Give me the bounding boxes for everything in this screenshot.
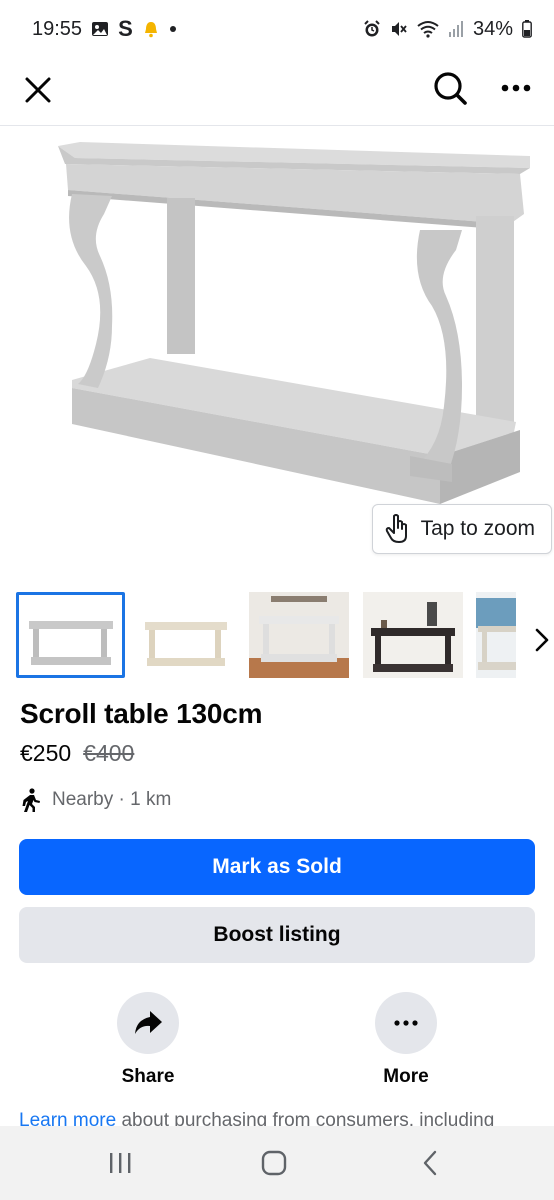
thumbnails-next-button[interactable] [530, 620, 554, 660]
thumbnail-2-image [135, 592, 235, 678]
status-time: 19:55 [32, 17, 83, 40]
more-horizontal-icon [394, 1020, 418, 1026]
share-label: Share [121, 1066, 175, 1087]
price-row: €250 €400 [20, 740, 134, 767]
wifi-icon [417, 20, 439, 38]
current-price: €250 [20, 740, 72, 766]
chevron-right-icon [535, 628, 549, 652]
thumbnail-5-image [476, 592, 516, 678]
back-button[interactable] [410, 1146, 450, 1180]
location-row: Nearby · 1 km [20, 788, 171, 812]
notification-bell-icon [142, 20, 160, 38]
gallery-icon [91, 21, 109, 37]
search-button[interactable] [428, 66, 472, 110]
listing-title: Scroll table 130cm [20, 698, 263, 729]
battery-icon [522, 20, 532, 38]
listing-main-photo[interactable]: Tap to zoom [0, 126, 554, 582]
thumbnail-4-image [363, 592, 463, 678]
share-action[interactable]: Share [88, 992, 208, 1088]
status-s-label: S [118, 16, 133, 41]
more-circle[interactable] [375, 992, 437, 1054]
more-label: More [383, 1066, 429, 1087]
close-icon [25, 77, 51, 103]
boost-listing-button[interactable]: Boost listing [19, 907, 535, 963]
share-circle[interactable] [117, 992, 179, 1054]
thumbnail-1-image [19, 595, 122, 675]
recent-apps-icon [110, 1153, 131, 1173]
thumbnail-2[interactable] [135, 592, 235, 678]
status-right: 34% [363, 18, 532, 41]
tap-to-zoom-button[interactable]: Tap to zoom [371, 504, 552, 554]
thumbnail-strip [0, 586, 554, 682]
thumbnail-4[interactable] [363, 592, 463, 678]
top-app-bar [0, 58, 554, 126]
status-left: 19:55 S [32, 16, 177, 42]
dot-icon [169, 25, 177, 33]
share-arrow-icon [135, 1011, 162, 1034]
recent-apps-button[interactable] [100, 1146, 140, 1180]
status-bar: 19:55 S 34% [0, 0, 554, 58]
alarm-icon [363, 20, 381, 38]
original-price: €400 [83, 740, 135, 766]
thumbnail-5[interactable] [476, 592, 516, 678]
thumbnail-3[interactable] [249, 592, 349, 678]
more-options-button[interactable] [494, 66, 538, 110]
mute-icon [390, 20, 408, 38]
signal-icon [448, 20, 464, 38]
walking-person-icon [22, 788, 40, 812]
back-icon [423, 1150, 437, 1176]
search-icon [434, 72, 467, 105]
location-text: Nearby · 1 km [52, 789, 172, 810]
tap-hand-icon [385, 514, 407, 543]
thumbnail-1[interactable] [16, 592, 125, 678]
close-button[interactable] [18, 70, 58, 110]
mark-as-sold-button[interactable]: Mark as Sold [19, 839, 535, 895]
tap-to-zoom-label: Tap to zoom [420, 517, 535, 540]
system-navigation-bar [0, 1126, 554, 1200]
home-button[interactable] [254, 1146, 294, 1180]
more-options-icon [501, 84, 531, 92]
home-icon [261, 1150, 287, 1176]
thumbnail-3-image [249, 592, 349, 678]
more-action[interactable]: More [346, 992, 466, 1088]
battery-percent: 34% [472, 17, 513, 40]
